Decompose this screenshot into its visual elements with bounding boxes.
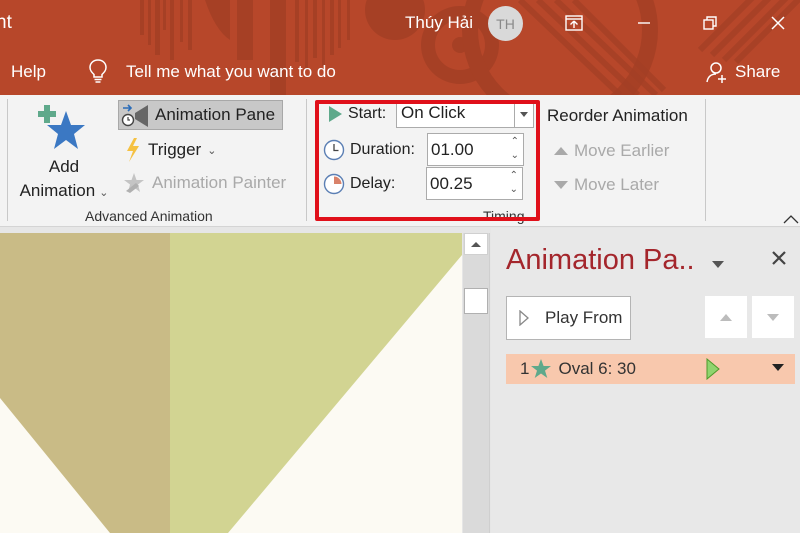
- collapse-ribbon-button[interactable]: [783, 211, 799, 229]
- ribbon-animations-tab: Add Animation ⌄ Animation Pane Trigger ⌄ …: [0, 95, 800, 227]
- scroll-up-button[interactable]: [464, 233, 488, 255]
- group-label-advanced-animation: Advanced Animation: [85, 208, 213, 224]
- star-icon: [531, 359, 552, 378]
- animation-name: Oval 6: 30: [558, 359, 636, 378]
- tell-me-button[interactable]: [88, 58, 108, 89]
- chevron-down-icon: ⌄: [207, 144, 217, 157]
- add-animation-star-icon: [38, 105, 85, 149]
- tab-help[interactable]: Help: [11, 62, 46, 82]
- close-icon: [772, 251, 786, 265]
- triangle-up-icon: [720, 313, 732, 321]
- lightning-icon: [127, 138, 139, 162]
- add-person-icon: [706, 62, 726, 83]
- play-from-label: Play From: [545, 308, 623, 327]
- chevron-up-icon: [783, 215, 799, 224]
- animation-painter-label: Animation Painter: [152, 173, 287, 192]
- animation-pane-label: Animation Pane: [155, 105, 276, 124]
- reorder-animation-label: Reorder Animation: [547, 106, 688, 125]
- move-later-button[interactable]: Move Later: [554, 175, 659, 195]
- title-bar-pattern: [140, 0, 800, 95]
- avatar[interactable]: TH: [488, 6, 523, 41]
- timeline-bar-icon: [706, 358, 720, 380]
- share-label: Share: [735, 62, 781, 81]
- user-name[interactable]: Thúy Hải: [405, 13, 473, 33]
- add-animation-button[interactable]: Add Animation ⌄: [14, 101, 114, 205]
- restore-icon: [703, 16, 717, 30]
- minimize-icon: [638, 22, 650, 24]
- play-from-button[interactable]: Play From: [506, 296, 631, 340]
- play-icon: [519, 310, 529, 326]
- move-earlier-button[interactable]: Move Earlier: [554, 141, 669, 161]
- triangle-down-icon: [554, 181, 568, 189]
- animation-painter-icon: [124, 173, 144, 193]
- lightbulb-icon: [89, 59, 107, 83]
- close-window-button[interactable]: [761, 8, 795, 38]
- group-divider: [306, 99, 307, 221]
- restore-button[interactable]: [693, 8, 727, 38]
- slide-background-shapes: [0, 233, 462, 533]
- pane-close-button[interactable]: [771, 250, 787, 271]
- pane-move-down-button[interactable]: [752, 296, 794, 338]
- triangle-up-icon: [554, 147, 568, 155]
- animation-pane-button[interactable]: Animation Pane: [118, 100, 284, 130]
- trigger-label: Trigger: [148, 140, 202, 159]
- dropdown-arrow-icon: [712, 261, 724, 268]
- pane-move-up-button[interactable]: [705, 296, 747, 338]
- item-dropdown-icon[interactable]: [772, 364, 784, 371]
- ribbon-display-icon: [565, 15, 583, 31]
- move-later-label: Move Later: [574, 175, 660, 194]
- group-divider: [7, 99, 8, 221]
- add-animation-label-1: Add: [48, 157, 80, 176]
- animation-index: 1: [520, 359, 530, 378]
- triangle-up-icon: [471, 241, 481, 247]
- add-animation-label-2: Animation: [19, 181, 96, 200]
- window-title: nt: [0, 12, 12, 33]
- animation-pane-icon: [121, 104, 148, 127]
- animation-list-item[interactable]: 1 Oval 6: 30: [506, 354, 795, 384]
- minimize-button[interactable]: [627, 8, 661, 38]
- move-earlier-label: Move Earlier: [574, 141, 670, 160]
- title-bar: nt Thúy Hải TH Help Tell me what you wan: [0, 0, 800, 95]
- triangle-down-icon: [767, 313, 779, 321]
- pane-title: Animation Pa..: [506, 244, 695, 276]
- animation-pane: Animation Pa.. Play From 1 Oval 6: 30: [491, 228, 800, 533]
- close-icon: [771, 16, 785, 30]
- ribbon-display-options-button[interactable]: [557, 8, 591, 38]
- slide-vertical-scrollbar[interactable]: [463, 233, 490, 533]
- trigger-button[interactable]: Trigger ⌄: [124, 137, 216, 163]
- reorder-animation-title: Reorder Animation: [547, 106, 688, 126]
- share-button[interactable]: Share: [705, 60, 780, 84]
- slide-canvas[interactable]: [0, 233, 462, 533]
- chevron-down-icon: ⌄: [99, 187, 109, 199]
- tell-me-input[interactable]: Tell me what you want to do: [126, 62, 336, 82]
- pane-options-button[interactable]: [712, 255, 724, 273]
- timing-highlight-box: [315, 100, 540, 221]
- scroll-thumb[interactable]: [464, 288, 488, 314]
- animation-painter-button[interactable]: Animation Painter: [122, 171, 286, 195]
- group-divider: [705, 99, 706, 221]
